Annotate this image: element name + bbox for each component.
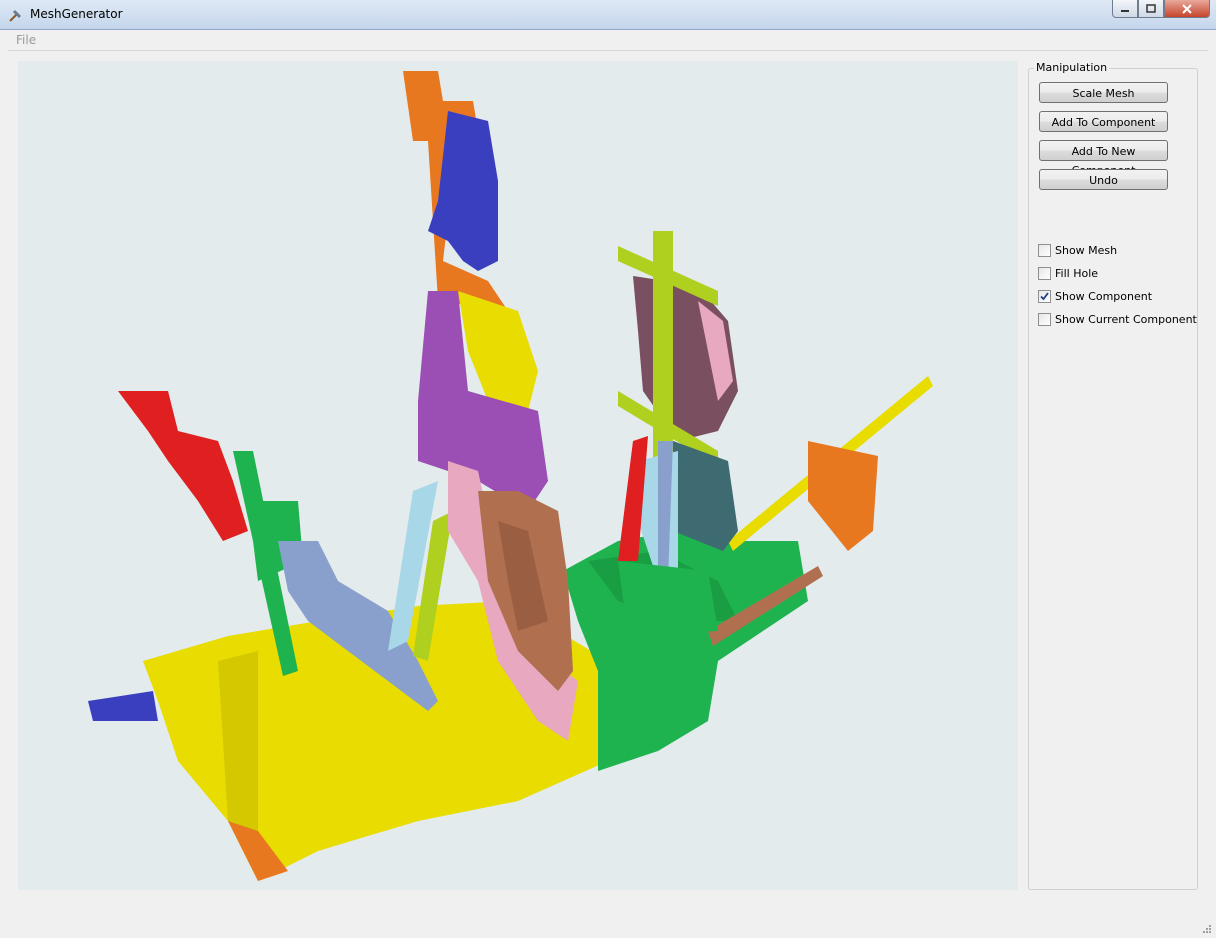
- show-current-component-checkbox-row[interactable]: Show Current Component: [1038, 311, 1197, 327]
- show-component-checkbox-row[interactable]: Show Component: [1038, 288, 1152, 304]
- maximize-icon: [1146, 3, 1156, 13]
- manipulation-group: [1028, 68, 1198, 890]
- add-to-component-button[interactable]: Add To Component: [1039, 111, 1168, 132]
- minimize-icon: [1121, 9, 1129, 12]
- bow-sprit-blue: [88, 691, 158, 721]
- sail-orange-stern: [808, 441, 878, 551]
- undo-button[interactable]: Undo: [1039, 169, 1168, 190]
- show-mesh-checkbox-row[interactable]: Show Mesh: [1038, 242, 1117, 258]
- fill-hole-checkbox[interactable]: [1038, 266, 1051, 280]
- maximize-button[interactable]: [1138, 0, 1164, 18]
- flag-red: [118, 391, 248, 541]
- close-button[interactable]: [1164, 0, 1210, 18]
- show-component-label: Show Component: [1055, 289, 1153, 303]
- show-mesh-checkbox[interactable]: [1038, 243, 1051, 257]
- manipulation-group-title: Manipulation: [1034, 61, 1110, 74]
- sail-teal: [673, 441, 738, 551]
- checkmark-icon: [1040, 291, 1049, 300]
- minimize-button[interactable]: [1112, 0, 1138, 18]
- resize-grip-icon[interactable]: [1202, 924, 1212, 934]
- add-to-new-component-button[interactable]: Add To New Component: [1039, 140, 1168, 177]
- window-title: MeshGenerator: [30, 7, 123, 21]
- title-bar: MeshGenerator: [0, 0, 1216, 30]
- fill-hole-checkbox-row[interactable]: Fill Hole: [1038, 265, 1098, 281]
- menu-bar: File: [8, 30, 1208, 51]
- close-icon: [1182, 3, 1192, 14]
- mast-base-green: [618, 561, 718, 636]
- app-icon: [9, 10, 21, 22]
- window-controls: [1112, 0, 1210, 20]
- scale-mesh-button[interactable]: Scale Mesh: [1039, 82, 1168, 103]
- voxel-ship-model: [88, 71, 933, 881]
- show-component-checkbox[interactable]: [1038, 289, 1051, 303]
- show-current-component-checkbox[interactable]: [1038, 312, 1051, 326]
- fill-hole-label: Fill Hole: [1055, 266, 1099, 280]
- 3d-viewport[interactable]: [18, 61, 1018, 890]
- menu-file[interactable]: File: [16, 33, 36, 47]
- show-current-component-label: Show Current Component: [1055, 312, 1197, 326]
- show-mesh-label: Show Mesh: [1055, 243, 1118, 257]
